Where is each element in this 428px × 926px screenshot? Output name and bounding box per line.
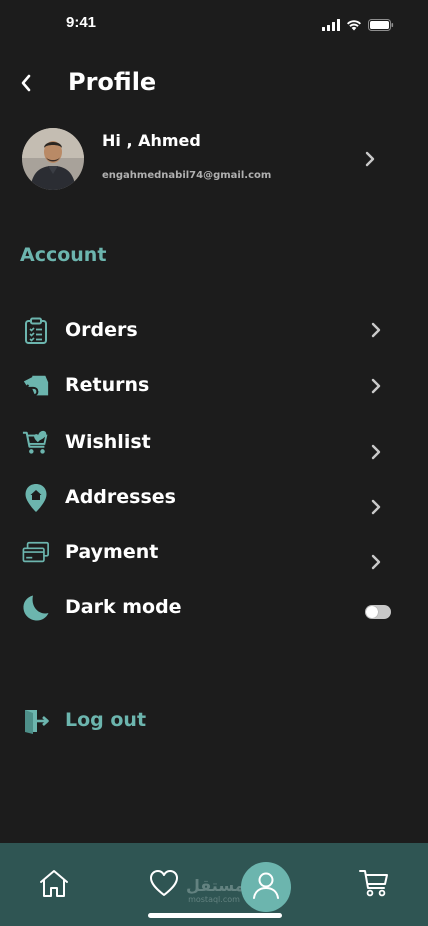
heart-icon: [149, 869, 179, 901]
watermark-subtext: mostaql.com: [188, 895, 240, 904]
cart-icon: [358, 868, 390, 902]
menu-item-addresses[interactable]: Addresses: [0, 477, 428, 521]
home-indicator: [148, 913, 282, 918]
menu-item-payment[interactable]: Payment: [0, 532, 428, 576]
profile-icon: [251, 870, 281, 904]
logout-door-icon: [22, 706, 50, 736]
tab-wishlist[interactable]: [142, 863, 186, 907]
menu-label: Dark mode: [65, 596, 182, 618]
chevron-right-icon: [368, 377, 384, 395]
wifi-icon: [346, 16, 362, 35]
chevron-right-icon[interactable]: [362, 150, 378, 168]
page-title: Profile: [68, 68, 157, 96]
menu-label: Orders: [65, 319, 138, 341]
chevron-right-icon: [368, 321, 384, 339]
menu-label: Returns: [65, 374, 150, 396]
greeting: Hi , Ahmed: [102, 131, 201, 150]
tab-bar: مستقل mostaql.com: [0, 843, 428, 926]
chevron-left-icon: [20, 74, 32, 96]
menu-label: Wishlist: [65, 431, 151, 453]
watermark-text: مستقل: [186, 876, 245, 895]
logout-button[interactable]: Log out: [0, 700, 428, 744]
avatar[interactable]: [22, 128, 84, 190]
status-icons: [322, 16, 394, 35]
return-box-icon: [22, 371, 50, 401]
menu-label: Payment: [65, 541, 159, 563]
menu-label: Addresses: [65, 486, 176, 508]
tab-home[interactable]: [32, 863, 76, 907]
status-time: 9:41: [66, 14, 97, 31]
profile-summary[interactable]: Hi , Ahmed engahmednabil74@gmail.com: [0, 126, 428, 192]
logout-label: Log out: [65, 709, 147, 731]
cart-heart-icon: [22, 428, 50, 458]
section-title-account: Account: [20, 244, 107, 266]
chevron-right-icon: [368, 498, 384, 516]
signal-icon: [322, 16, 340, 35]
menu-item-returns[interactable]: Returns: [0, 365, 428, 409]
watermark: مستقل mostaql.com: [186, 876, 245, 905]
chevron-right-icon: [368, 443, 384, 461]
status-bar: 9:41: [0, 0, 428, 48]
toggle-knob: [366, 606, 378, 618]
menu-item-orders[interactable]: Orders: [0, 310, 428, 354]
menu-item-wishlist[interactable]: Wishlist: [0, 422, 428, 466]
moon-icon: [22, 593, 50, 623]
location-pin-icon: [22, 483, 50, 513]
home-icon: [38, 868, 70, 902]
tab-profile[interactable]: [241, 862, 291, 912]
email: engahmednabil74@gmail.com: [102, 170, 272, 181]
payment-cards-icon: [22, 538, 50, 568]
battery-icon: [368, 16, 394, 35]
back-button[interactable]: [14, 72, 38, 98]
tab-cart[interactable]: [352, 863, 396, 907]
chevron-right-icon: [368, 553, 384, 571]
menu-item-dark-mode: Dark mode: [0, 587, 428, 631]
clipboard-list-icon: [22, 316, 50, 346]
dark-mode-toggle[interactable]: [365, 605, 391, 619]
